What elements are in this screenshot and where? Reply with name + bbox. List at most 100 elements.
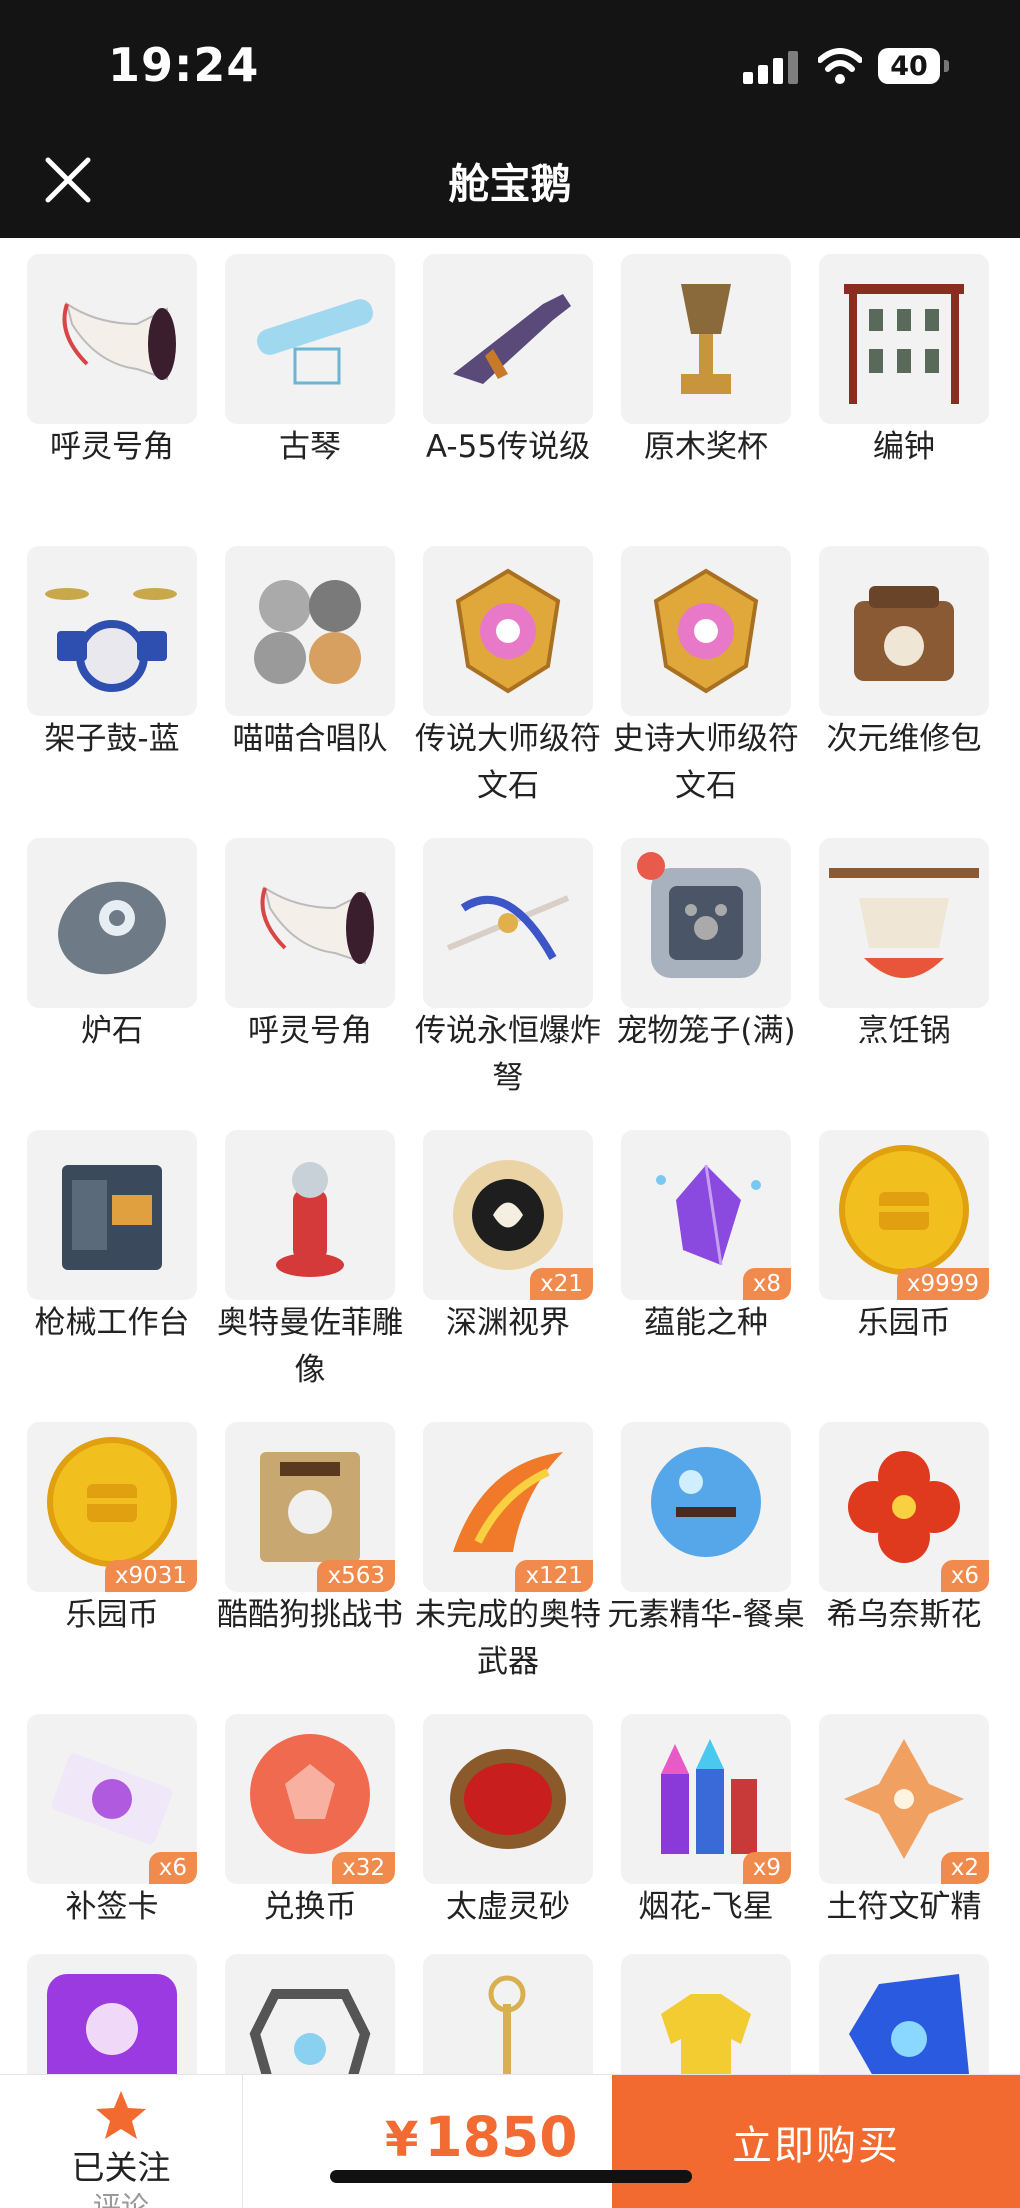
- item-cell[interactable]: x9999 乐园币: [801, 1114, 999, 1406]
- item-thumbnail: [621, 1422, 791, 1592]
- item-cell[interactable]: 传说大师级符文石: [405, 530, 603, 822]
- item-cell[interactable]: x563 酷酷狗挑战书: [207, 1406, 405, 1698]
- chime-bells-icon: [844, 284, 964, 404]
- hearthstone-icon: [58, 881, 166, 975]
- item-thumbnail: [423, 254, 593, 424]
- item-cell[interactable]: x121 未完成的奥特武器: [405, 1406, 603, 1698]
- item-cell[interactable]: 编钟: [801, 238, 999, 530]
- item-cell[interactable]: x9031 乐园币: [9, 1406, 207, 1698]
- item-name: 编钟: [873, 429, 935, 465]
- item-name: A-55传说级: [425, 429, 591, 465]
- price-currency: ¥: [385, 2112, 419, 2168]
- item-name: 乐园币: [857, 1305, 951, 1341]
- item-thumbnail: x9031: [27, 1422, 197, 1592]
- page-title: 舱宝鹅: [448, 160, 572, 208]
- tshirt-icon: [661, 1994, 751, 2074]
- octopus-gem-icon: [47, 1974, 177, 2074]
- item-name: 枪械工作台: [34, 1305, 190, 1341]
- item-name: 原木奖杯: [644, 429, 768, 465]
- item-cell[interactable]: 次元维修包: [801, 530, 999, 822]
- item-name: 奥特曼佐菲雕像: [217, 1305, 403, 1388]
- item-cell[interactable]: 炉石: [9, 822, 207, 1114]
- item-cell[interactable]: 宠物笼子(满): [603, 822, 801, 1114]
- trophy-icon: [681, 284, 731, 394]
- item-thumbnail: x21: [423, 1130, 593, 1300]
- item-cell[interactable]: x8 蕴能之种: [603, 1114, 801, 1406]
- blue-gem-icon: [849, 1974, 969, 2074]
- item-cell[interactable]: [603, 1938, 801, 2074]
- repair-bag-icon: [854, 586, 954, 681]
- follow-button[interactable]: 已关注 评论: [0, 2075, 243, 2208]
- drum-kit-icon: [45, 588, 177, 692]
- item-cell[interactable]: 枪械工作台: [9, 1114, 207, 1406]
- item-cell[interactable]: A-55传说级: [405, 238, 603, 530]
- item-thumbnail: [27, 1954, 197, 2074]
- item-cell[interactable]: 传说永恒爆炸弩: [405, 822, 603, 1114]
- item-thumbnail: [819, 838, 989, 1008]
- item-thumbnail: [225, 838, 395, 1008]
- cats-icon: [254, 580, 361, 684]
- wand-icon: [488, 1975, 526, 2074]
- battery-cap: [944, 60, 949, 72]
- workbench-icon: [62, 1165, 162, 1270]
- item-thumbnail: x9: [621, 1714, 791, 1884]
- item-thumbnail: [423, 546, 593, 716]
- item-cell[interactable]: 呼灵号角: [207, 822, 405, 1114]
- price: ¥1850: [385, 2105, 577, 2169]
- item-cell[interactable]: 喵喵合唱队: [207, 530, 405, 822]
- item-cell[interactable]: 史诗大师级符文石: [603, 530, 801, 822]
- item-cell[interactable]: 古琴: [207, 238, 405, 530]
- item-name: 元素精华-餐桌: [607, 1597, 805, 1633]
- item-thumbnail: [225, 1130, 395, 1300]
- crossbow-icon: [446, 895, 570, 960]
- horn-icon: [62, 301, 176, 381]
- price-value: 1850: [424, 2105, 578, 2169]
- statue-icon: [276, 1162, 344, 1277]
- bottom-action-bar: 已关注 评论 ¥1850 立即购买: [0, 2074, 1020, 2208]
- item-cell[interactable]: [207, 1938, 405, 2074]
- item-name: 烟花-飞星: [638, 1889, 774, 1925]
- item-thumbnail: [27, 1130, 197, 1300]
- item-cell[interactable]: 原木奖杯: [603, 238, 801, 530]
- item-cell[interactable]: 烹饪锅: [801, 822, 999, 1114]
- item-name: 烹饪锅: [857, 1013, 951, 1049]
- buy-now-button[interactable]: 立即购买: [612, 2075, 1020, 2208]
- item-thumbnail: [819, 254, 989, 424]
- item-name: 喵喵合唱队: [232, 721, 388, 757]
- follow-label: 已关注: [71, 2148, 171, 2187]
- cooking-pot-icon: [829, 868, 979, 978]
- item-cell[interactable]: [405, 1938, 603, 2074]
- quantity-badge: x563: [317, 1560, 395, 1592]
- quantity-badge: x121: [515, 1560, 593, 1592]
- item-cell[interactable]: x6 希乌奈斯花: [801, 1406, 999, 1698]
- quantity-badge: x9: [742, 1852, 791, 1884]
- item-cell[interactable]: [801, 1938, 999, 2074]
- item-cell[interactable]: x21 深渊视界: [405, 1114, 603, 1406]
- item-cell[interactable]: 架子鼓-蓝: [9, 530, 207, 822]
- home-indicator: [330, 2170, 692, 2183]
- quantity-badge: x6: [148, 1852, 197, 1884]
- wifi-icon: [818, 48, 862, 84]
- item-cell[interactable]: 呼灵号角: [9, 238, 207, 530]
- item-name: 希乌奈斯花: [826, 1597, 982, 1633]
- item-cell[interactable]: 元素精华-餐桌: [603, 1406, 805, 1698]
- item-thumbnail: [621, 1954, 791, 2074]
- item-name: 炉石: [81, 1013, 143, 1049]
- item-cell[interactable]: [9, 1938, 207, 2074]
- item-thumbnail: x2: [819, 1714, 989, 1884]
- item-name: 架子鼓-蓝: [44, 721, 180, 757]
- guqin-icon: [257, 299, 373, 385]
- item-name: 传说永恒爆炸弩: [415, 1013, 601, 1096]
- item-cell[interactable]: 奥特曼佐菲雕像: [207, 1114, 405, 1406]
- quantity-badge: x32: [332, 1852, 395, 1884]
- star-icon: [96, 2091, 146, 2139]
- quantity-badge: x8: [742, 1268, 791, 1300]
- item-name: 补签卡: [65, 1889, 159, 1925]
- follow-sublabel: 评论: [0, 2193, 242, 2208]
- item-name: 呼灵号角: [248, 1013, 372, 1049]
- quantity-badge: x9999: [896, 1268, 989, 1300]
- item-name: 次元维修包: [826, 721, 982, 757]
- item-thumbnail: [621, 254, 791, 424]
- item-thumbnail: x32: [225, 1714, 395, 1884]
- item-thumbnail: [27, 254, 197, 424]
